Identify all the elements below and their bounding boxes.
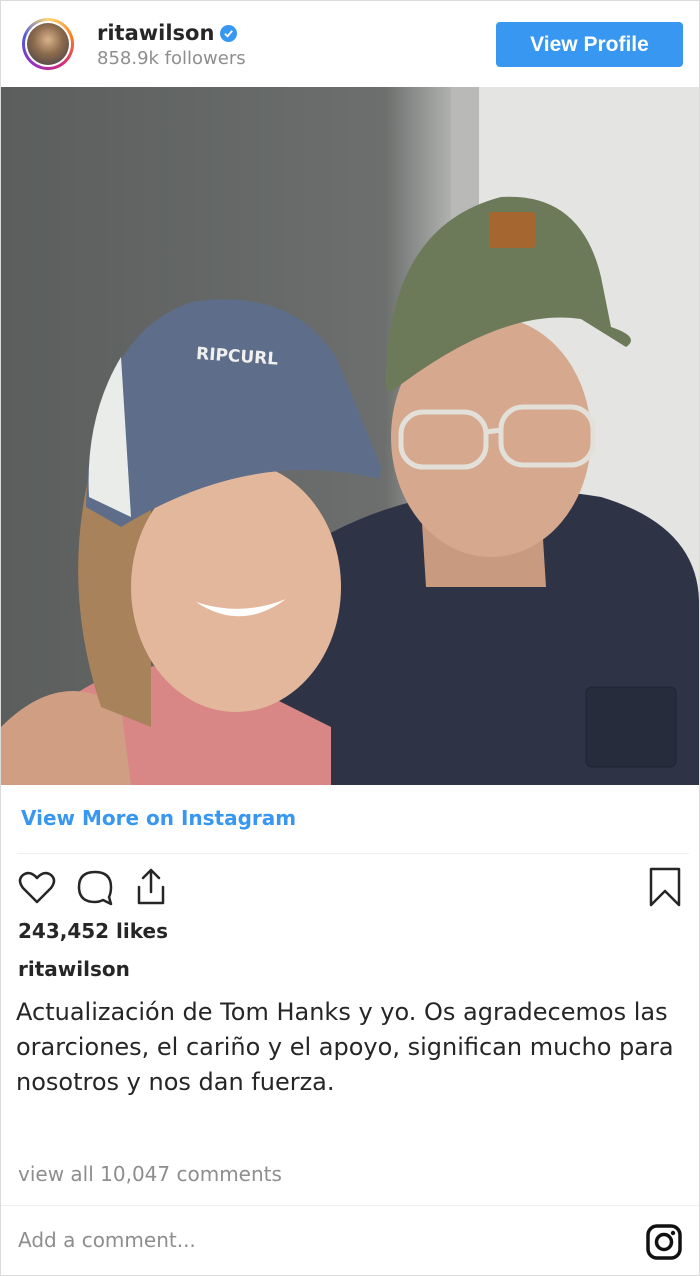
avatar-border — [25, 21, 71, 67]
share-icon[interactable] — [131, 867, 171, 911]
follower-count: 858.9k followers — [97, 48, 246, 69]
post-caption: Actualización de Tom Hanks y yo. Os agra… — [16, 998, 674, 1096]
divider — [1, 1205, 699, 1206]
bookmark-icon[interactable] — [647, 867, 683, 911]
like-count[interactable]: 243,452 likes — [18, 919, 168, 943]
header-username-row: ritawilson — [97, 21, 238, 45]
post-actions — [17, 867, 687, 909]
view-profile-button[interactable]: View Profile — [496, 22, 683, 67]
heart-icon[interactable] — [17, 867, 57, 911]
verified-badge-icon — [220, 24, 238, 42]
instagram-embed-card: ritawilson 858.9k followers View Profile — [0, 0, 700, 1276]
instagram-logo-icon[interactable] — [645, 1223, 683, 1265]
divider — [17, 853, 689, 854]
photo-illustration: RIPCURL — [1, 87, 699, 785]
comment-icon[interactable] — [75, 867, 115, 911]
comment-input[interactable]: Add a comment... — [18, 1228, 196, 1252]
avatar-image — [27, 23, 69, 65]
post-photo[interactable]: RIPCURL — [1, 87, 699, 785]
header-username[interactable]: ritawilson — [97, 21, 214, 45]
view-more-link[interactable]: View More on Instagram — [21, 806, 296, 830]
post-header: ritawilson 858.9k followers View Profile — [1, 1, 699, 87]
avatar[interactable] — [22, 18, 74, 70]
view-all-comments-link[interactable]: view all 10,047 comments — [18, 1162, 282, 1186]
caption-username[interactable]: ritawilson — [18, 957, 130, 981]
